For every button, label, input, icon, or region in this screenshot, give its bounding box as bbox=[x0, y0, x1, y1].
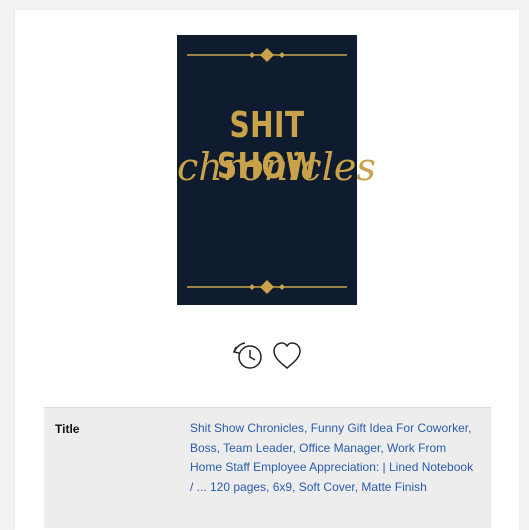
top-ornament bbox=[187, 48, 347, 62]
heart-icon[interactable] bbox=[271, 340, 303, 377]
title-label: Title bbox=[55, 422, 80, 436]
title-value-link[interactable]: Shit Show Chronicles, Funny Gift Idea Fo… bbox=[190, 419, 476, 497]
product-details-table: Title Shit Show Chronicles, Funny Gift I… bbox=[44, 407, 491, 528]
book-cover-image[interactable]: SHIT SHOW chronicles bbox=[177, 35, 376, 305]
cover-actions bbox=[229, 340, 309, 372]
cover-title-line2: chronicles bbox=[177, 145, 376, 189]
bottom-ornament bbox=[187, 280, 347, 294]
clock-history-icon[interactable] bbox=[229, 340, 265, 377]
